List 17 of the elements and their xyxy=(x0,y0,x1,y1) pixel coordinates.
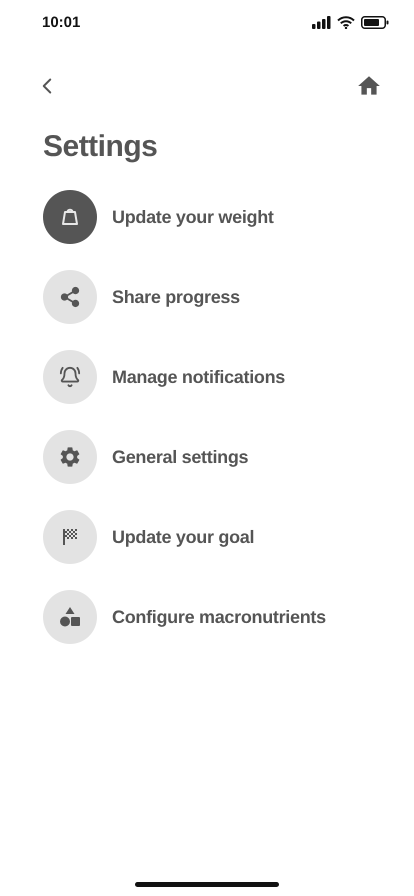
settings-item[interactable]: General settings xyxy=(112,446,248,468)
settings-item[interactable]: Share progress xyxy=(112,286,240,308)
share-icon xyxy=(59,286,81,308)
wifi-icon xyxy=(337,16,355,28)
bell-icon xyxy=(59,366,81,388)
icon-circle[interactable] xyxy=(43,190,97,244)
settings-item[interactable]: Configure macronutrients xyxy=(112,606,326,628)
weight-icon xyxy=(60,207,80,227)
settings-item[interactable]: Manage notifications xyxy=(112,366,286,388)
settings-item[interactable]: Update your weight xyxy=(112,206,274,228)
page-title: Settings xyxy=(43,130,158,164)
shapes-icon xyxy=(59,606,81,628)
battery-icon xyxy=(361,16,389,28)
settings-item[interactable]: Update your goal xyxy=(112,526,254,548)
status-time: 10:01 xyxy=(42,14,80,30)
settings-icon xyxy=(58,445,82,469)
signal-icon xyxy=(312,16,331,28)
